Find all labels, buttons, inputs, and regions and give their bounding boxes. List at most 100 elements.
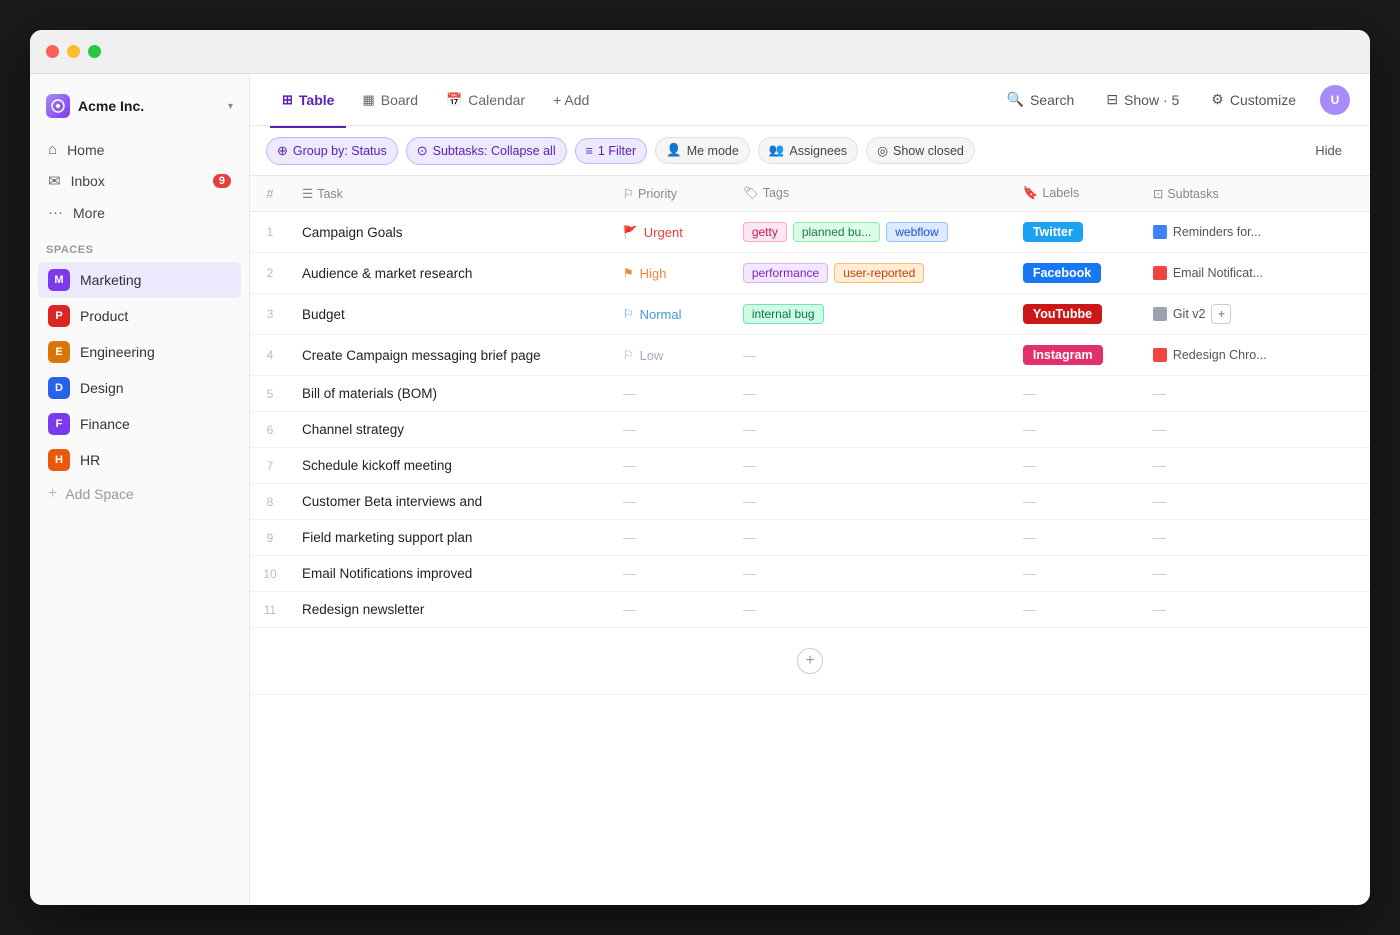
row-task[interactable]: Channel strategy: [290, 412, 611, 448]
subtask-plus-button[interactable]: +: [1211, 304, 1231, 324]
subtasks-col-icon: ⊡: [1153, 187, 1163, 201]
row-priority: ⚑High: [611, 253, 731, 294]
row-task[interactable]: Bill of materials (BOM): [290, 376, 611, 412]
user-avatar[interactable]: U: [1320, 85, 1350, 115]
app-body: Acme Inc. ▾ ⌂ Home ✉ Inbox 9 ··· More S: [30, 74, 1370, 905]
sidebar-item-product[interactable]: P Product: [38, 298, 241, 334]
tag-item[interactable]: planned bu...: [793, 222, 880, 242]
table-row[interactable]: 8Customer Beta interviews and————: [250, 484, 1370, 520]
close-button[interactable]: [46, 45, 59, 58]
traffic-lights: [46, 45, 101, 58]
add-row-button[interactable]: +: [797, 648, 823, 674]
row-label: —: [1011, 412, 1141, 448]
add-space-button[interactable]: + Add Space: [38, 478, 241, 510]
row-task[interactable]: Create Campaign messaging brief page: [290, 335, 611, 376]
sidebar-item-home[interactable]: ⌂ Home: [38, 134, 241, 165]
minimize-button[interactable]: [67, 45, 80, 58]
search-button[interactable]: 🔍 Search: [999, 87, 1083, 112]
tags-dash: —: [743, 386, 757, 401]
sidebar-item-more[interactable]: ··· More: [38, 197, 241, 228]
tags-dash: —: [743, 422, 757, 437]
add-row-cell: +: [250, 628, 1370, 695]
tag-item[interactable]: performance: [743, 263, 828, 283]
row-task[interactable]: Budget: [290, 294, 611, 335]
table-row[interactable]: 6Channel strategy————: [250, 412, 1370, 448]
row-task[interactable]: Field marketing support plan: [290, 520, 611, 556]
priority-icon: ⚐: [623, 307, 634, 321]
label-badge[interactable]: YouTubbe: [1023, 304, 1102, 324]
subtasks-filter[interactable]: ⊙ Subtasks: Collapse all: [406, 137, 567, 165]
brand[interactable]: Acme Inc. ▾: [30, 86, 249, 134]
tag-item[interactable]: user-reported: [834, 263, 924, 283]
filter-button[interactable]: ≡ 1 Filter: [575, 138, 648, 164]
table-row[interactable]: 3Budget⚐Normalinternal bugYouTubbeGit v2…: [250, 294, 1370, 335]
table-row[interactable]: 5Bill of materials (BOM)————: [250, 376, 1370, 412]
assignees-button[interactable]: 👥 Assignees: [758, 137, 858, 164]
label-badge[interactable]: Facebook: [1023, 263, 1101, 283]
row-priority: —: [611, 520, 731, 556]
table-row[interactable]: 4Create Campaign messaging brief page⚐Lo…: [250, 335, 1370, 376]
subtask-dash: —: [1153, 566, 1167, 581]
assignees-label: Assignees: [789, 144, 847, 158]
row-number: 2: [250, 253, 290, 294]
priority-dash: —: [623, 386, 637, 401]
row-task[interactable]: Campaign Goals: [290, 212, 611, 253]
subtask-icon: [1153, 266, 1167, 280]
row-tags: —: [731, 448, 1011, 484]
show-button[interactable]: ⊟ Show · 5: [1098, 87, 1187, 112]
row-tags: —: [731, 520, 1011, 556]
marketing-avatar: M: [48, 269, 70, 291]
priority-cell: ⚐Normal: [623, 307, 719, 322]
table-row[interactable]: 1Campaign Goals🚩Urgentgettyplanned bu...…: [250, 212, 1370, 253]
row-number: 7: [250, 448, 290, 484]
sidebar-item-inbox[interactable]: ✉ Inbox 9: [38, 165, 241, 197]
row-subtasks: —: [1141, 556, 1370, 592]
add-row-row: +: [250, 628, 1370, 695]
table-row[interactable]: 11Redesign newsletter————: [250, 592, 1370, 628]
table-row[interactable]: 9Field marketing support plan————: [250, 520, 1370, 556]
tag-item[interactable]: getty: [743, 222, 787, 242]
sidebar-item-engineering[interactable]: E Engineering: [38, 334, 241, 370]
sidebar-item-finance[interactable]: F Finance: [38, 406, 241, 442]
group-by-filter[interactable]: ⊕ Group by: Status: [266, 137, 398, 165]
tags-dash: —: [743, 566, 757, 581]
row-task[interactable]: Schedule kickoff meeting: [290, 448, 611, 484]
customize-button[interactable]: ⚙ Customize: [1203, 87, 1304, 112]
maximize-button[interactable]: [88, 45, 101, 58]
add-space-label: Add Space: [65, 486, 134, 502]
hide-button[interactable]: Hide: [1303, 138, 1354, 163]
label-dash: —: [1023, 458, 1037, 473]
label-badge[interactable]: Instagram: [1023, 345, 1103, 365]
tab-table[interactable]: ⊞ Table: [270, 84, 346, 116]
product-avatar: P: [48, 305, 70, 327]
table-row[interactable]: 7Schedule kickoff meeting————: [250, 448, 1370, 484]
row-tags: —: [731, 484, 1011, 520]
row-task[interactable]: Customer Beta interviews and: [290, 484, 611, 520]
show-closed-icon: ◎: [877, 143, 888, 158]
tag-item[interactable]: webflow: [886, 222, 947, 242]
sidebar-item-design[interactable]: D Design: [38, 370, 241, 406]
filters-bar: ⊕ Group by: Status ⊙ Subtasks: Collapse …: [250, 126, 1370, 176]
row-subtasks: —: [1141, 520, 1370, 556]
search-icon: 🔍: [1007, 91, 1024, 108]
priority-label: High: [640, 266, 667, 281]
row-task[interactable]: Audience & market research: [290, 253, 611, 294]
label-badge[interactable]: Twitter: [1023, 222, 1083, 242]
tags-dash: —: [743, 348, 757, 363]
table-row[interactable]: 2Audience & market research⚑High performa…: [250, 253, 1370, 294]
row-subtasks: —: [1141, 592, 1370, 628]
tab-calendar[interactable]: 📅 Calendar: [434, 84, 537, 116]
tab-board[interactable]: ▦ Board: [350, 84, 430, 116]
sidebar-item-marketing[interactable]: M Marketing: [38, 262, 241, 298]
table-row[interactable]: 10Email Notifications improved————: [250, 556, 1370, 592]
tag-item[interactable]: internal bug: [743, 304, 824, 324]
me-mode-button[interactable]: 👤 Me mode: [655, 137, 750, 164]
table-body: 1Campaign Goals🚩Urgentgettyplanned bu...…: [250, 212, 1370, 695]
row-number: 3: [250, 294, 290, 335]
sidebar-item-hr[interactable]: H HR: [38, 442, 241, 478]
row-tags: —: [731, 412, 1011, 448]
row-task[interactable]: Redesign newsletter: [290, 592, 611, 628]
show-closed-button[interactable]: ◎ Show closed: [866, 137, 975, 164]
row-task[interactable]: Email Notifications improved: [290, 556, 611, 592]
add-view-button[interactable]: + Add: [541, 86, 601, 114]
